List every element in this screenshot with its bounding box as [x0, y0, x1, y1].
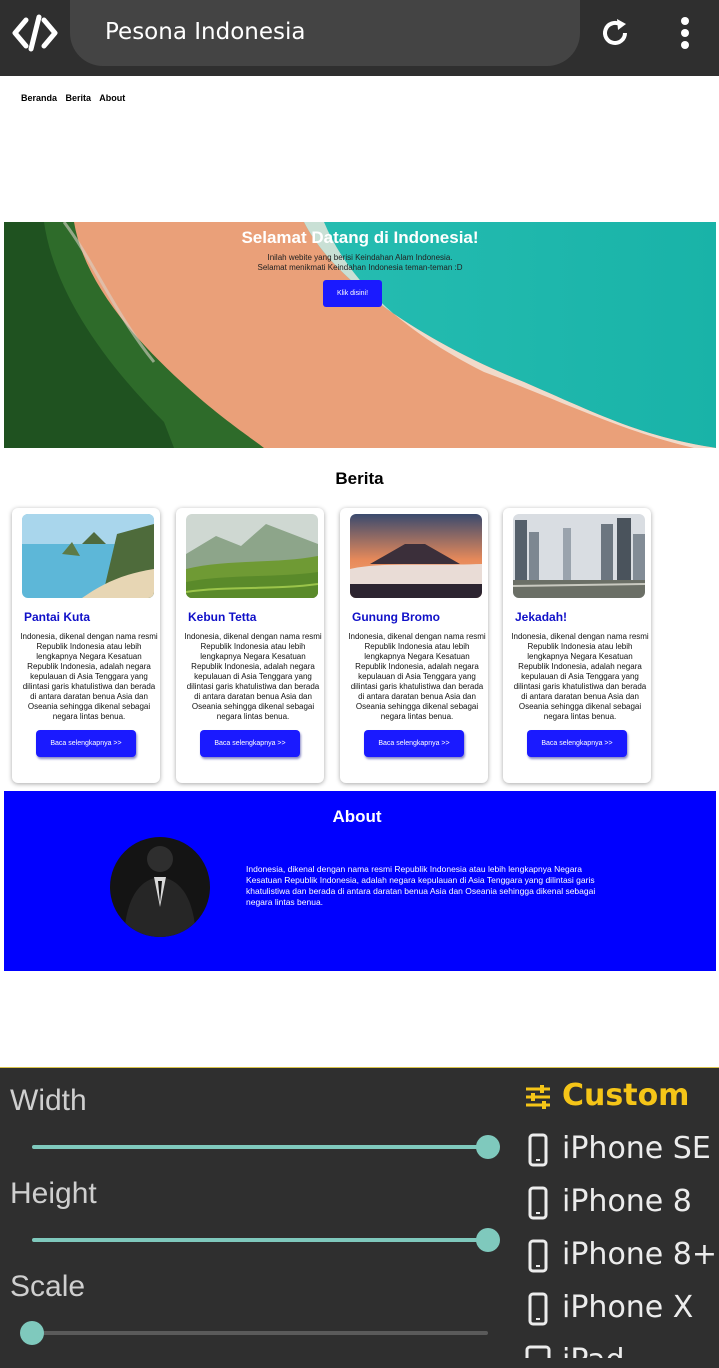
web-viewport: Beranda Berita About Selamat Datang di I… [0, 76, 719, 1067]
city-skyline-image [513, 514, 645, 598]
device-ipad[interactable]: iPad [520, 1339, 719, 1358]
about-text: Indonesia, dikenal dengan nama resmi Rep… [246, 864, 596, 907]
hero-line-2: Selamat menikmati Keindahan Indonesia te… [257, 263, 463, 272]
card-title: Gunung Bromo [352, 610, 440, 624]
rice-terrace-image [186, 514, 318, 598]
device-control-panel: Width Height Scale Custom iPhone SE iPho… [0, 1067, 719, 1368]
height-slider[interactable] [32, 1238, 488, 1242]
address-bar[interactable]: Pesona Indonesia [70, 0, 580, 66]
scale-slider[interactable] [32, 1331, 488, 1335]
reload-icon[interactable] [598, 16, 632, 50]
phone-icon [528, 1133, 548, 1167]
page-title: Pesona Indonesia [105, 19, 306, 45]
device-custom[interactable]: Custom [520, 1074, 719, 1118]
device-label: iPhone 8+ [562, 1237, 718, 1272]
card-text: Indonesia, dikenal dengan nama resmi Rep… [20, 632, 158, 721]
width-slider-thumb[interactable] [476, 1135, 500, 1159]
device-label: iPhone 8 [562, 1184, 692, 1219]
phone-icon [528, 1292, 548, 1326]
news-card-kebun-tetta: Kebun Tetta Indonesia, dikenal dengan na… [176, 508, 324, 783]
hero-title: Selamat Datang di Indonesia! [241, 228, 479, 247]
read-more-button[interactable]: Baca selengkapnya >> [200, 730, 300, 757]
device-iphone-se[interactable]: iPhone SE [520, 1127, 719, 1171]
card-text: Indonesia, dikenal dengan nama resmi Rep… [348, 632, 486, 721]
site-nav: Beranda Berita About [21, 93, 131, 103]
hero-banner: Selamat Datang di Indonesia! Inilah webi… [4, 222, 716, 448]
berita-heading: Berita [335, 469, 384, 488]
card-title: Pantai Kuta [24, 610, 91, 624]
device-iphone-8-plus[interactable]: iPhone 8+ [520, 1233, 719, 1277]
height-slider-thumb[interactable] [476, 1228, 500, 1252]
device-label: Custom [562, 1078, 690, 1113]
volcano-sunrise-image [350, 514, 482, 598]
nav-berita[interactable]: Berita [66, 93, 92, 103]
read-more-button[interactable]: Baca selengkapnya >> [36, 730, 136, 757]
height-label: Height [10, 1177, 97, 1210]
news-card-gunung-bromo: Gunung Bromo Indonesia, dikenal dengan n… [340, 508, 488, 783]
hero-line-1: Inilah webite yang berisi Keindahan Alam… [267, 253, 453, 262]
device-label: iPhone X [562, 1290, 694, 1325]
read-more-button[interactable]: Baca selengkapnya >> [527, 730, 627, 757]
tablet-icon [525, 1345, 551, 1358]
about-section: About Indonesia, dikenal dengan nama res… [4, 791, 716, 971]
width-slider[interactable] [32, 1145, 488, 1149]
hero-cta-button[interactable]: Klik disini! [323, 280, 382, 307]
width-label: Width [10, 1084, 87, 1117]
app-bar: Pesona Indonesia [0, 0, 719, 76]
device-label: iPhone SE [562, 1131, 711, 1166]
scale-label: Scale [10, 1270, 86, 1303]
tune-icon [526, 1085, 550, 1109]
card-text: Indonesia, dikenal dengan nama resmi Rep… [511, 632, 649, 721]
profile-avatar [110, 837, 210, 937]
card-title: Jekadah! [515, 610, 568, 624]
device-label: iPad [562, 1343, 625, 1358]
more-menu-icon[interactable] [674, 16, 696, 50]
nav-beranda[interactable]: Beranda [21, 93, 57, 103]
card-title: Kebun Tetta [188, 610, 257, 624]
device-iphone-8[interactable]: iPhone 8 [520, 1180, 719, 1224]
about-heading: About [332, 807, 382, 826]
read-more-button[interactable]: Baca selengkapnya >> [364, 730, 464, 757]
nav-about[interactable]: About [99, 93, 125, 103]
device-iphone-x[interactable]: iPhone X [520, 1286, 719, 1330]
card-text: Indonesia, dikenal dengan nama resmi Rep… [184, 632, 322, 721]
phone-icon [528, 1239, 548, 1273]
device-list: Custom iPhone SE iPhone 8 iPhone 8+ iPho… [520, 1068, 719, 1358]
coast-cliff-image [22, 514, 154, 598]
phone-icon [528, 1186, 548, 1220]
news-card-jekadah: Jekadah! Indonesia, dikenal dengan nama … [503, 508, 651, 783]
news-card-pantai-kuta: Pantai Kuta Indonesia, dikenal dengan na… [12, 508, 160, 783]
scale-slider-thumb[interactable] [20, 1321, 44, 1345]
code-logo-icon[interactable] [12, 14, 58, 52]
